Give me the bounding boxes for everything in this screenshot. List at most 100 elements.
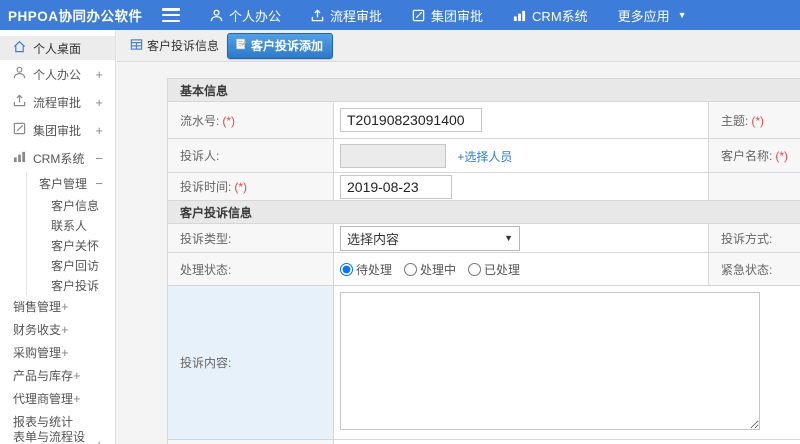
section-header-complaint-info: 客户投诉信息 [166, 200, 800, 224]
person-icon [13, 66, 26, 82]
sidebar-item-label: 客户信息 [51, 198, 100, 213]
complaint-content-label: 投诉内容: [167, 285, 334, 440]
caret-down-icon: ▼ [677, 10, 687, 20]
topnav-process-approval[interactable]: 流程审批 [311, 6, 382, 25]
complaint-type-label: 投诉类型: [167, 223, 334, 253]
radio-label: 待处理 [356, 262, 393, 277]
customer-name-label: 客户名称: (*) [707, 138, 800, 173]
expand-plus-icon[interactable]: + [73, 391, 81, 406]
complainant-label: 投诉人: [167, 138, 334, 173]
radio-processing[interactable]: 处理中 [404, 261, 456, 278]
topnav-label: 集团审批 [431, 8, 484, 24]
sidebar-item-label: 集团审批 [33, 123, 82, 138]
choose-person-link[interactable]: +选择人员 [457, 150, 512, 164]
sidebar-item-label: 产品与库存 [13, 369, 74, 383]
sidebar-item-contacts[interactable]: 联系人 [27, 215, 115, 235]
next-row-label [167, 439, 334, 444]
sidebar-item-form-flow-settings[interactable]: 表单与流程设置 + [0, 430, 115, 444]
sidebar-item-personal-office[interactable]: 个人办公 + [0, 60, 115, 88]
sidebar-item-product-inventory[interactable]: 产品与库存 + [0, 364, 115, 387]
radio-done[interactable]: 已处理 [468, 261, 520, 278]
complaint-time-input[interactable] [340, 174, 452, 199]
sidebar-item-label: 销售管理 [13, 300, 62, 314]
sidebar-item-label: 个人办公 [33, 67, 82, 82]
bar-chart-icon [513, 9, 526, 22]
serial-number-label: 流水号: (*) [167, 101, 334, 139]
process-icon [13, 94, 26, 110]
topnav-personal-office[interactable]: 个人办公 [210, 6, 281, 25]
tab-label: 客户投诉添加 [251, 38, 324, 53]
next-row-field [332, 439, 800, 444]
sidebar-item-desktop[interactable]: 个人桌面 [0, 36, 115, 60]
sidebar-item-label: 客户回访 [51, 258, 100, 273]
required-mark: (*) [751, 113, 765, 128]
required-mark: (*) [222, 113, 236, 128]
handle-status-radio-group: 待处理 处理中 已处理 [340, 261, 708, 278]
select-caret-icon: ▼ [504, 233, 513, 243]
sidebar-item-label: 客户关怀 [51, 238, 100, 253]
sidebar-item-label: 客户管理 [39, 177, 88, 191]
main-content: 客户投诉信息 客户投诉添加 基本信息 流水号:(*) 主题:(*) 投诉人: +… [117, 30, 800, 444]
sidebar-item-group-approval[interactable]: 集团审批 + [0, 116, 115, 144]
crm-submenu: 客户管理 − 客户信息 联系人 客户关怀 客户回访 客户投诉 [26, 172, 115, 295]
complaint-type-select[interactable]: 选择内容 ▼ [340, 225, 520, 251]
radio-label: 已处理 [484, 262, 521, 277]
tabbar: 客户投诉信息 客户投诉添加 [117, 30, 800, 62]
sidebar-item-sales-mgmt[interactable]: 销售管理 + [0, 295, 115, 318]
expand-plus-icon[interactable]: + [95, 67, 103, 82]
topnav-label: 流程审批 [330, 8, 383, 24]
topnav: 个人办公 流程审批 集团审批 CRM系统 更多应用 ▼ [210, 6, 687, 25]
topbar: PHPOA协同办公软件 个人办公 流程审批 集团审批 CRM系统 更多应用 ▼ [0, 0, 800, 30]
sidebar-item-purchase-mgmt[interactable]: 采购管理 + [0, 341, 115, 364]
topnav-group-approval[interactable]: 集团审批 [412, 6, 483, 25]
expand-plus-icon[interactable]: + [95, 95, 103, 110]
topnav-label: 更多应用 [617, 8, 670, 24]
complaint-add-form: 基本信息 流水号:(*) 主题:(*) 投诉人: +选择人员 客户名称:(*) … [166, 78, 800, 444]
expand-plus-icon[interactable]: + [95, 123, 103, 138]
sidebar-item-customer-complaint[interactable]: 客户投诉 [27, 275, 115, 295]
tab-complaint-info[interactable]: 客户投诉信息 [130, 37, 219, 54]
sidebar-item-customer-info[interactable]: 客户信息 [27, 195, 115, 215]
radio-processing-input[interactable] [404, 262, 418, 276]
sidebar-item-label: 代理商管理 [13, 392, 74, 406]
expand-plus-icon[interactable]: + [95, 437, 103, 444]
serial-number-input[interactable] [340, 108, 482, 132]
person-icon [210, 9, 223, 22]
radio-pending[interactable]: 待处理 [340, 261, 392, 278]
expand-plus-icon[interactable]: + [73, 368, 81, 383]
sidebar-item-agent-mgmt[interactable]: 代理商管理 + [0, 387, 115, 410]
radio-pending-input[interactable] [340, 262, 353, 276]
hamburger-icon[interactable] [162, 8, 180, 22]
sidebar-item-customer-care[interactable]: 客户关怀 [27, 235, 115, 255]
sidebar-item-label: 流程审批 [33, 95, 82, 110]
expand-plus-icon[interactable]: + [61, 322, 69, 337]
subject-label: 主题: (*) [707, 101, 800, 139]
collapse-minus-icon[interactable]: − [95, 151, 103, 166]
expand-plus-icon[interactable]: + [61, 299, 69, 314]
sidebar-item-label: 客户投诉 [51, 278, 100, 293]
sidebar-item-crm-system[interactable]: CRM系统 − [0, 144, 115, 172]
sidebar-item-finance[interactable]: 财务收支 + [0, 318, 115, 341]
complaint-method-label: 投诉方式: [707, 223, 800, 253]
section-header-basic-info: 基本信息 [166, 78, 800, 102]
sidebar-item-label: 个人桌面 [33, 41, 82, 56]
radio-done-input[interactable] [468, 262, 482, 276]
sidebar-item-label: CRM系统 [33, 151, 85, 166]
sidebar: 个人桌面 个人办公 + 流程审批 + 集团审批 + CRM系统 − 客户管理 −… [0, 30, 116, 444]
tab-complaint-add[interactable]: 客户投诉添加 [227, 32, 334, 59]
edit-square-icon [412, 9, 425, 22]
sidebar-item-label: 联系人 [51, 218, 88, 233]
required-mark: (*) [234, 180, 248, 194]
sidebar-item-customer-visit[interactable]: 客户回访 [27, 255, 115, 275]
radio-label: 处理中 [420, 262, 457, 277]
sidebar-item-process-approval[interactable]: 流程审批 + [0, 88, 115, 116]
complaint-time-label: 投诉时间: (*) [167, 172, 334, 201]
topnav-crm-system[interactable]: CRM系统 [513, 6, 588, 25]
complaint-content-textarea[interactable] [340, 292, 760, 430]
sidebar-item-label: 采购管理 [13, 346, 62, 360]
sidebar-item-customer-mgmt[interactable]: 客户管理 − [27, 172, 115, 195]
topnav-more-apps[interactable]: 更多应用 ▼ [618, 6, 687, 25]
collapse-minus-icon[interactable]: − [95, 176, 103, 191]
expand-plus-icon[interactable]: + [61, 345, 69, 360]
topnav-label: 个人办公 [229, 8, 282, 24]
